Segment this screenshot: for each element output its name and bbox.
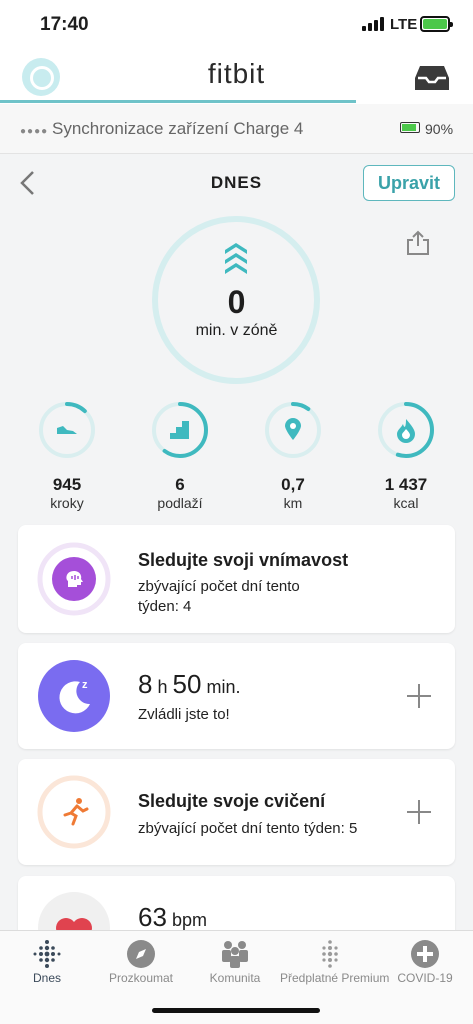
nav-item-premium[interactable]: Předplatné Premium <box>280 931 390 1001</box>
stat-ring-km[interactable] <box>263 400 323 460</box>
sleep-circle: z <box>38 660 110 732</box>
compass-icon <box>127 940 155 968</box>
edit-button[interactable]: Upravit <box>363 165 455 201</box>
stat-label: kcal <box>393 495 419 511</box>
mindfulness-subtitle-2: týden: 4 <box>138 598 192 615</box>
active-zone-icon <box>225 243 247 274</box>
stat-label: km <box>283 495 303 511</box>
sync-bar[interactable]: ●●●● Synchronizace zařízení Charge 4 90% <box>0 104 473 154</box>
sleep-duration: 8 h 50 min. <box>138 669 240 700</box>
exercise-subtitle: zbývající počet dní tento týden: 5 <box>138 820 358 837</box>
nav-label-prozkoumat: Prozkoumat <box>108 971 174 985</box>
nav-label-dnes: Dnes <box>32 971 61 985</box>
exercise-title: Sledujte svoje cvičení <box>138 791 326 811</box>
stat-value: 0,7 <box>281 475 305 494</box>
stairs-icon <box>170 421 189 439</box>
sleep-hours: 8 <box>138 669 153 699</box>
nav-label-premium: Předplatné Premium <box>280 971 390 985</box>
exercise-card[interactable]: Sledujte svoje cvičení zbývající počet d… <box>18 759 455 865</box>
today-dots-icon <box>33 940 61 968</box>
nav-item-covid[interactable]: COVID-19 <box>378 931 473 1001</box>
running-person-icon <box>63 798 89 826</box>
premium-dots-icon <box>322 940 338 968</box>
nav-label-covid: COVID-19 <box>397 971 453 985</box>
community-icon <box>222 941 248 968</box>
sleep-minutes: 50 <box>172 669 202 699</box>
mindfulness-card[interactable]: Sledujte svoji vnímavost zbývající počet… <box>18 525 455 633</box>
mindfulness-title: Sledujte svoji vnímavost <box>138 550 349 570</box>
device-battery-percent: 90% <box>425 121 454 137</box>
nav-item-prozkoumat[interactable]: Prozkoumat <box>94 931 188 1001</box>
sleep-minutes-unit: min. <box>206 677 241 697</box>
heart-rate-number: 63 <box>138 902 167 932</box>
svg-text:z: z <box>82 679 88 691</box>
status-bar: 17:40 LTE <box>0 0 473 50</box>
active-zone-label: min. v zóně <box>195 322 278 339</box>
sleep-card[interactable]: z 8 h 50 min. Zvládli jste to! <box>18 643 455 749</box>
stat-value: 1 437 <box>384 475 428 494</box>
network-label: LTE <box>390 16 418 33</box>
sleep-subtitle: Zvládli jste to! <box>138 706 230 723</box>
battery-icon <box>420 16 453 32</box>
nav-label-komunita: Komunita <box>209 971 261 985</box>
mindfulness-subtitle-1: zbývající počet dní tento <box>138 578 300 595</box>
status-time: 17:40 <box>40 14 89 35</box>
heart-rate-value: 63 bpm <box>138 902 207 933</box>
active-zone-value: 0 <box>227 284 246 320</box>
fitbit-logo: fitbit <box>207 58 266 89</box>
inbox-icon[interactable] <box>414 64 450 92</box>
header-underline <box>0 100 356 103</box>
nav-item-dnes[interactable]: Dnes <box>0 931 94 1001</box>
flame-icon <box>397 419 415 443</box>
home-indicator <box>152 1008 320 1013</box>
sync-status-text: Synchronizace zařízení Charge 4 <box>52 119 304 138</box>
stat-ring-kcal[interactable] <box>376 400 436 460</box>
heart-rate-unit: bpm <box>171 910 207 930</box>
mind-head-icon <box>66 571 83 587</box>
shoe-icon <box>57 426 77 434</box>
sync-dots-icon: ●●●● <box>20 126 49 137</box>
device-battery-icon <box>400 122 420 133</box>
stat-ring-kroky[interactable] <box>37 400 97 460</box>
add-sleep-plus-icon[interactable] <box>406 683 432 709</box>
app-header: fitbit <box>0 50 473 104</box>
stat-label: kroky <box>50 495 84 511</box>
nav-item-komunita[interactable]: Komunita <box>188 931 283 1001</box>
stat-value: 945 <box>52 475 82 494</box>
stat-ring-podlaží[interactable] <box>150 400 210 460</box>
location-pin-icon <box>285 418 301 440</box>
add-exercise-plus-icon[interactable] <box>406 799 432 825</box>
stat-value: 6 <box>175 475 185 494</box>
covid-plus-icon <box>411 940 439 968</box>
sleep-hours-unit: h <box>157 677 168 697</box>
signal-icon <box>362 17 384 31</box>
share-icon[interactable] <box>405 230 431 256</box>
stat-label: podlaží <box>157 495 203 511</box>
